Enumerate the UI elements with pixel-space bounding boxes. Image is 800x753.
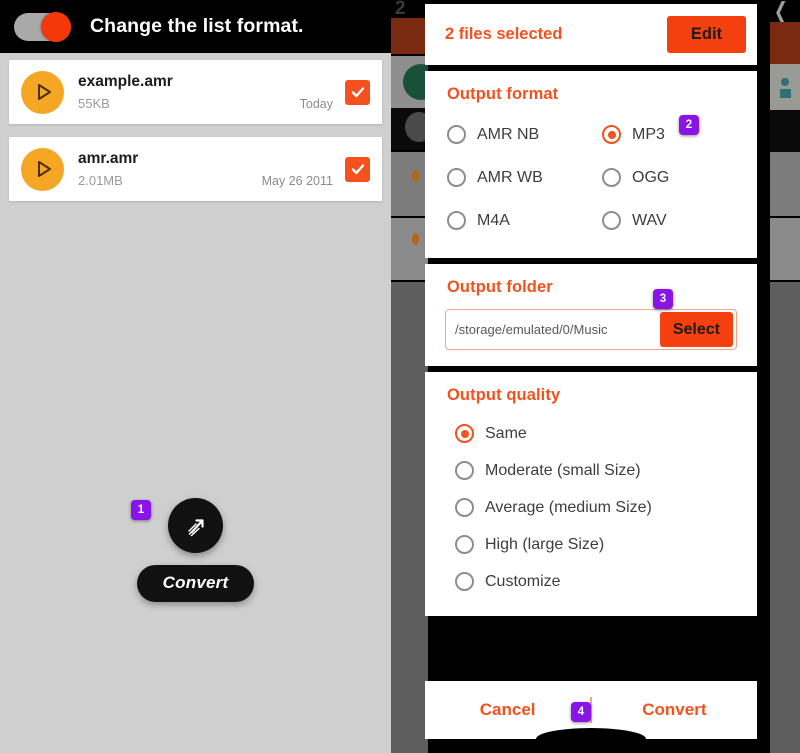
output-quality-radio-group: Same Moderate (small Size) Average (medi… <box>425 405 757 616</box>
radio-unchecked-icon <box>455 498 474 517</box>
list-item[interactable]: amr.amr 2.01MB May 26 2011 <box>9 137 382 201</box>
selected-files-card: 2 files selected Edit <box>425 4 757 65</box>
radio-option-ogg[interactable]: OGG <box>602 156 757 199</box>
step-badge-2: 2 <box>679 115 699 135</box>
background-shape <box>412 233 419 245</box>
radio-unchecked-icon <box>455 461 474 480</box>
screenshot-root: Change the list format. example.amr 55KB… <box>0 0 800 753</box>
radio-unchecked-icon <box>602 211 621 230</box>
step-badge-3: 3 <box>653 289 673 309</box>
file-name: amr.amr <box>78 149 139 167</box>
background-shape <box>780 89 791 98</box>
background-app-left-strip: 2 <box>391 0 428 753</box>
convert-arrow-icon[interactable] <box>168 498 223 553</box>
output-folder-path[interactable]: /storage/emulated/0/Music <box>446 322 660 337</box>
output-folder-card: Output folder /storage/emulated/0/Music … <box>425 264 757 366</box>
background-shape <box>770 152 800 216</box>
cancel-button[interactable]: Cancel <box>425 700 590 720</box>
radio-label: AMR NB <box>477 125 540 143</box>
radio-unchecked-icon <box>447 211 466 230</box>
file-checkbox-checked[interactable] <box>345 156 370 182</box>
radio-unchecked-icon <box>447 168 466 187</box>
file-size: 55KB <box>78 95 110 111</box>
background-shape <box>770 64 800 110</box>
background-shape <box>412 170 419 182</box>
convert-button[interactable]: Convert <box>592 700 757 720</box>
background-shape <box>770 218 800 280</box>
play-circle-icon[interactable] <box>21 70 64 114</box>
output-quality-title: Output quality <box>447 386 561 404</box>
file-list: example.amr 55KB Today amr.amr 2.01MB Ma… <box>0 53 391 201</box>
radio-option-moderate[interactable]: Moderate (small Size) <box>455 452 757 489</box>
file-date: Today <box>299 96 333 111</box>
file-checkbox-checked[interactable] <box>345 79 370 105</box>
background-shape <box>770 22 800 64</box>
select-folder-button[interactable]: Select <box>659 312 733 347</box>
edit-button[interactable]: Edit <box>667 16 746 53</box>
list-format-header: Change the list format. <box>0 0 391 53</box>
convert-dialog: 2 files selected Edit Output format AMR … <box>425 0 757 622</box>
radio-checked-icon <box>455 424 474 443</box>
convert-button[interactable]: Convert <box>136 565 255 602</box>
radio-option-m4a[interactable]: M4A <box>447 199 602 242</box>
convert-action-group: Convert <box>0 498 391 602</box>
background-shape <box>391 282 428 753</box>
radio-option-customize[interactable]: Customize <box>455 563 757 600</box>
radio-label: High (large Size) <box>485 535 605 553</box>
list-item-meta: amr.amr 2.01MB May 26 2011 <box>78 148 333 191</box>
output-format-radio-group: AMR NB MP3 AMR WB OGG M4A WAV <box>425 104 757 258</box>
radio-option-average[interactable]: Average (medium Size) <box>455 489 757 526</box>
background-shape <box>770 282 800 753</box>
radio-label: Moderate (small Size) <box>485 461 641 479</box>
left-panel-file-list-screen: Change the list format. example.amr 55KB… <box>0 0 391 753</box>
play-circle-icon[interactable] <box>21 147 64 191</box>
list-item[interactable]: example.amr 55KB Today <box>9 60 382 124</box>
radio-unchecked-icon <box>455 535 474 554</box>
right-panel-convert-dialog-screen: 2 ❮ 2 files selected Edit Output format … <box>391 0 800 753</box>
selected-files-label: 2 files selected <box>445 25 563 43</box>
output-folder-input-row[interactable]: /storage/emulated/0/Music Select <box>445 309 737 350</box>
radio-label: MP3 <box>632 125 665 143</box>
radio-option-high[interactable]: High (large Size) <box>455 526 757 563</box>
background-shape <box>391 18 428 54</box>
radio-option-wav[interactable]: WAV <box>602 199 757 242</box>
list-format-title: Change the list format. <box>90 15 304 37</box>
file-date: May 26 2011 <box>261 173 333 188</box>
output-folder-title: Output folder <box>447 278 553 296</box>
radio-unchecked-icon <box>447 125 466 144</box>
radio-option-amr-nb[interactable]: AMR NB <box>447 113 602 156</box>
radio-option-same[interactable]: Same <box>455 415 757 452</box>
radio-unchecked-icon <box>602 168 621 187</box>
radio-label: AMR WB <box>477 168 543 186</box>
output-quality-card: Output quality Same Moderate (small Size… <box>425 372 757 616</box>
nav-handle <box>536 728 646 750</box>
list-item-meta: example.amr 55KB Today <box>78 71 333 114</box>
output-format-title: Output format <box>447 85 559 103</box>
radio-label: Same <box>485 424 527 442</box>
radio-unchecked-icon <box>455 572 474 591</box>
radio-label: Average (medium Size) <box>485 498 652 516</box>
background-shape <box>781 78 789 86</box>
step-badge-1: 1 <box>131 500 151 520</box>
radio-option-amr-wb[interactable]: AMR WB <box>447 156 602 199</box>
file-size: 2.01MB <box>78 172 123 188</box>
radio-label: OGG <box>632 168 670 186</box>
background-app-right-strip: ❮ <box>758 0 800 753</box>
background-shape <box>391 218 428 280</box>
dialog-action-bar: Cancel Convert <box>425 681 757 750</box>
output-format-card: Output format AMR NB MP3 AMR WB OGG M4A … <box>425 71 757 258</box>
file-name: example.amr <box>78 72 173 90</box>
background-shape <box>391 152 428 216</box>
radio-checked-icon <box>602 125 621 144</box>
background-number: 2 <box>395 0 406 19</box>
radio-label: WAV <box>632 211 667 229</box>
radio-label: M4A <box>477 211 510 229</box>
background-shape <box>770 110 800 152</box>
toggle-knob <box>41 11 71 42</box>
radio-label: Customize <box>485 572 561 590</box>
toggle-switch-on-icon[interactable] <box>14 11 71 42</box>
step-badge-4: 4 <box>571 702 591 722</box>
